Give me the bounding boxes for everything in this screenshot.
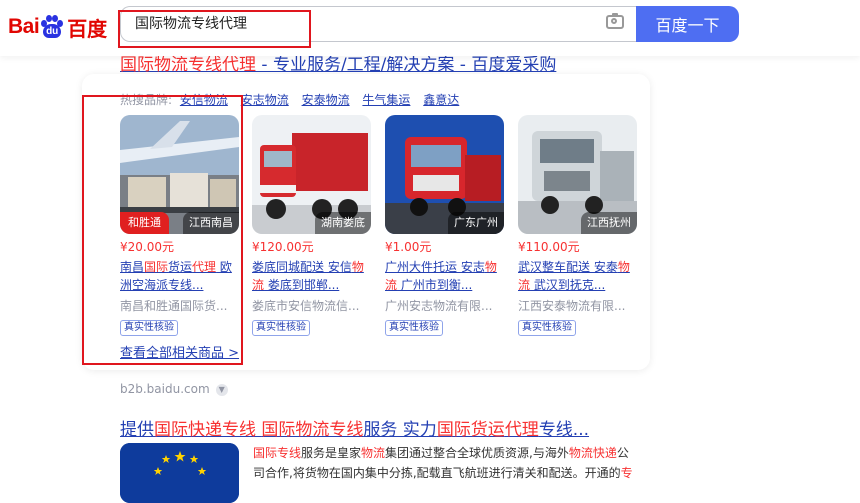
text-segment: 提供 xyxy=(120,420,154,440)
result-snippet: 国际专线服务是皇家物流集团通过整合全球优质资源,与海外物流快递公司合作,将货物在… xyxy=(253,443,633,483)
text-segment: 武汉整车配送 安泰 xyxy=(518,260,618,274)
text-segment: 专线... xyxy=(538,420,590,440)
hot-brand-link[interactable]: 安信物流 xyxy=(180,93,228,107)
product-seller[interactable]: 南昌和胜通国际货... xyxy=(120,298,239,315)
highlight-text: 国际快递专线 xyxy=(154,420,256,440)
highlight-text: 代理 xyxy=(192,260,217,274)
hot-brand-link[interactable]: 安志物流 xyxy=(241,93,289,107)
location-badge: 广东广州 xyxy=(448,212,504,234)
product-price: ¥1.00元 xyxy=(385,240,432,254)
header-bar: Bai du 百度 百度一下 xyxy=(0,0,860,56)
product-price: ¥20.00元 xyxy=(120,240,174,254)
text-segment: 货运 xyxy=(168,260,193,274)
source-line: b2b.baidu.com ▼ xyxy=(120,382,228,396)
eu-flag-image xyxy=(120,443,239,503)
product-item[interactable]: 湖南娄底 ¥120.00元 娄底同城配送 安信物流 娄底到邯郸... 娄底市安信… xyxy=(252,115,371,336)
hot-brand-link[interactable]: 牛气集运 xyxy=(362,93,410,107)
logo-text-cn: 百度 xyxy=(67,16,108,41)
verify-badge: 真实性核验 xyxy=(518,320,576,336)
text-segment: - 专业服务/工程/解决方案 - 百度爱采购 xyxy=(256,55,557,75)
product-item[interactable]: 广东广州 ¥1.00元 广州大件托运 安志物流 广州市到衡... 广州安志物流有… xyxy=(385,115,504,336)
product-image[interactable]: 广东广州 xyxy=(385,115,504,234)
highlight-text: 国际货运 xyxy=(436,420,505,440)
highlight-text: 专 xyxy=(620,466,633,480)
baidu-logo[interactable]: Bai du 百度 xyxy=(8,10,107,44)
chevron-down-icon[interactable]: ▼ xyxy=(215,383,228,396)
location-badge: 江西抚州 xyxy=(581,212,637,234)
highlight-text: 物流快递 xyxy=(568,446,617,460)
text-segment: 武汉到抚克... xyxy=(530,278,606,292)
text-segment: 娄底同城配送 安信 xyxy=(252,260,352,274)
view-all-products-link[interactable]: 查看全部相关商品 > xyxy=(120,342,239,361)
hot-brand-link[interactable]: 安泰物流 xyxy=(302,93,350,107)
logo-text-latin: Bai xyxy=(8,15,40,38)
location-badge: 江西南昌 xyxy=(183,212,239,234)
result-thumbnail[interactable] xyxy=(120,443,239,503)
product-image[interactable]: 江西抚州 xyxy=(518,115,637,234)
product-title[interactable]: 南昌国际货运代理 欧洲空海派专线... xyxy=(120,258,239,294)
text-segment: 娄底到邯郸... xyxy=(264,278,340,292)
product-seller[interactable]: 广州安志物流有限... xyxy=(385,298,504,315)
search-box[interactable] xyxy=(120,6,638,42)
highlight-text: 物流 xyxy=(361,446,386,460)
highlight-text: 国际物流专线 xyxy=(261,420,364,440)
product-title[interactable]: 武汉整车配送 安泰物流 武汉到抚克... xyxy=(518,258,637,294)
merchant-tag: 和胜通 xyxy=(120,212,169,234)
product-seller[interactable]: 江西安泰物流有限... xyxy=(518,298,637,315)
product-title[interactable]: 广州大件托运 安志物流 广州市到衡... xyxy=(385,258,504,294)
product-item[interactable]: 江西抚州 ¥110.00元 武汉整车配送 安泰物流 武汉到抚克... 江西安泰物… xyxy=(518,115,637,336)
text-segment: 广州市到衡... xyxy=(397,278,473,292)
hot-brand-link[interactable]: 鑫意达 xyxy=(423,93,459,107)
result-title-2[interactable]: 提供国际快递专线 国际物流专线服务 实力国际货运代理专线... xyxy=(120,415,589,440)
product-item[interactable]: 和胜通 江西南昌 ¥20.00元 南昌国际货运代理 欧洲空海派专线... 南昌和… xyxy=(120,115,239,336)
search-input[interactable] xyxy=(135,7,575,41)
paw-icon: du xyxy=(40,15,64,39)
verify-badge: 真实性核验 xyxy=(385,320,443,336)
text-segment: 南昌 xyxy=(120,260,145,274)
product-image[interactable]: 和胜通 江西南昌 xyxy=(120,115,239,234)
camera-icon[interactable] xyxy=(606,13,624,29)
location-badge: 湖南娄底 xyxy=(315,212,371,234)
highlight-text: 国际物流专线代理 xyxy=(120,55,256,75)
hot-brands: 热搜品牌: 安信物流 安志物流 安泰物流 牛气集运 鑫意达 xyxy=(120,91,468,108)
product-price: ¥110.00元 xyxy=(518,240,580,254)
text-segment: 集团通过整合全球优质资源,与海外 xyxy=(385,446,569,460)
text-segment: 服务 实力 xyxy=(363,420,437,440)
source-domain: b2b.baidu.com xyxy=(120,382,210,396)
product-image[interactable]: 湖南娄底 xyxy=(252,115,371,234)
highlight-text: 代理 xyxy=(504,420,539,440)
product-seller[interactable]: 娄底市安信物流信... xyxy=(252,298,371,315)
verify-badge: 真实性核验 xyxy=(120,320,178,336)
search-button[interactable]: 百度一下 xyxy=(636,6,739,42)
hot-brands-label: 热搜品牌: xyxy=(120,93,173,107)
text-segment: 广州大件托运 安志 xyxy=(385,260,485,274)
highlight-text: 国际专线 xyxy=(253,446,302,460)
verify-badge: 真实性核验 xyxy=(252,320,310,336)
product-price: ¥120.00元 xyxy=(252,240,314,254)
product-title[interactable]: 娄底同城配送 安信物流 娄底到邯郸... xyxy=(252,258,371,294)
text-segment: 服务是皇家 xyxy=(301,446,362,460)
highlight-text: 国际 xyxy=(144,260,169,274)
